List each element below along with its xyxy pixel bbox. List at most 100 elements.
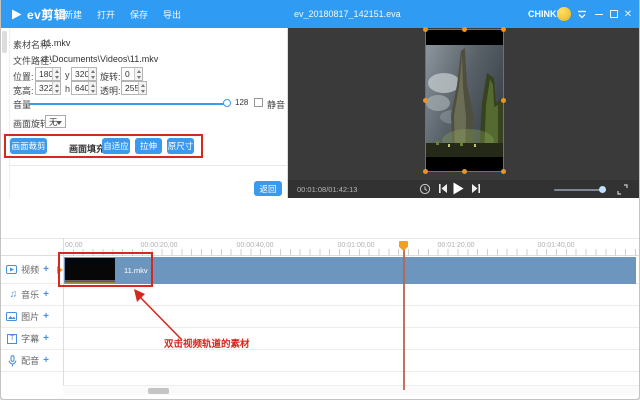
resize-handle[interactable] [423,27,428,32]
add-track-button[interactable]: + [43,289,49,300]
volume-value: 128 [235,98,248,107]
resize-handle[interactable] [423,169,428,174]
document-title: ev_20180817_142151.eva [294,0,401,28]
resize-handle[interactable] [462,27,467,32]
resize-handle[interactable] [501,98,506,103]
video-preview-area [288,28,640,180]
rotate-value: 0 [125,69,130,79]
add-track-button[interactable]: + [43,311,49,322]
track-name: 图片 [21,310,39,323]
annotation-arrow [126,284,196,344]
preview-volume-thumb[interactable] [599,186,606,193]
fullscreen-icon[interactable] [617,184,628,195]
track-row-dub[interactable]: 配音 + [1,350,640,372]
spinner-arrows[interactable] [52,82,60,94]
maximize-button[interactable] [608,8,620,20]
playback-time: 00:01:08/01:42:13 [297,180,357,198]
video-content [426,45,503,157]
spinner-arrows[interactable] [88,68,96,80]
position-y-label: y [65,70,70,80]
loop-clock-icon[interactable] [419,183,431,195]
rotate-input[interactable]: 0 [121,67,143,81]
ruler-label: 00,00 [65,242,83,249]
title-bar: ev剪辑 新建 打开 保存 导出 ev_20180817_142151.eva … [1,0,640,28]
add-track-button[interactable]: + [43,333,49,344]
spinner-arrows[interactable] [138,82,146,94]
rotation-select[interactable]: 无 [45,115,66,128]
track-row-subtitle[interactable]: T 字幕 + [1,328,640,350]
resize-handle[interactable] [462,169,467,174]
play-logo-icon [11,9,22,20]
mic-icon [8,355,17,367]
clip-inspector-panel: 素材名称: 11.mkv 文件路径: d:\Documents\Videos\1… [9,28,288,210]
resize-handle[interactable] [501,169,506,174]
spinner-arrows[interactable] [134,68,142,80]
menu-open[interactable]: 打开 [94,8,118,21]
rotate-label: 旋转: [100,70,121,83]
skin-icon[interactable] [576,8,588,20]
material-name-value: 11.mkv [42,38,70,48]
chevron-down-icon [56,121,62,125]
track-row-music[interactable]: ♫ 音乐 + [1,284,640,306]
alpha-label: 透明: [100,84,121,97]
play-button-icon[interactable] [452,182,464,195]
panel-scrollbar[interactable] [2,31,7,53]
ruler-label: 00:01:00,00 [338,242,375,249]
subtitle-icon: T [7,334,17,344]
image-icon [6,312,17,321]
playback-controls-bar: 00:01:08/01:42:13 [288,180,640,198]
annotation-box-clip [58,252,153,287]
width-input[interactable]: 322 [35,81,61,95]
mute-label: 静音 [267,98,285,111]
spinner-arrows[interactable] [52,68,60,80]
alpha-input[interactable]: 255 [121,81,147,95]
position-x-input[interactable]: 180 [35,67,61,81]
menu-save[interactable]: 保存 [127,8,151,21]
spinner-arrows[interactable] [88,82,96,94]
volume-slider-thumb[interactable] [223,99,231,107]
track-header-music: ♫ 音乐 + [1,284,63,305]
track-header-video: 视频 + [1,256,63,283]
add-track-button[interactable]: + [43,264,49,275]
video-frame[interactable] [425,29,504,172]
ruler-label: 00:00:20,00 [141,242,178,249]
track-header-image: 图片 + [1,306,63,327]
next-frame-icon[interactable] [471,183,481,194]
app-window: ev剪辑 新建 打开 保存 导出 ev_20180817_142151.eva … [0,0,640,400]
height-label: h [65,84,70,94]
avatar[interactable] [557,7,571,21]
scrollbar-thumb[interactable] [148,388,169,394]
video-icon [6,265,17,274]
resize-handle[interactable] [423,98,428,103]
track-name: 视频 [21,263,39,276]
ruler-label: 00:01:40,00 [538,242,575,249]
track-name: 配音 [21,354,39,367]
close-button[interactable]: ✕ [622,8,634,20]
menu-new[interactable]: 新建 [61,8,85,21]
add-track-button[interactable]: + [43,355,49,366]
annotation-box-fill-buttons [4,134,203,158]
track-header-subtitle: T 字幕 + [1,328,63,349]
mute-checkbox[interactable] [254,98,263,107]
menu-export[interactable]: 导出 [160,8,184,21]
divider [10,165,287,166]
music-icon: ♫ [10,289,18,300]
previous-frame-icon[interactable] [438,183,448,194]
track-name: 字幕 [21,332,39,345]
timeline-toolbar: 对齐 ✂ 分割 配音 ✎ 编辑 T 字幕 清空 00:01:08.20 − + … [1,198,640,238]
height-input[interactable]: 640 [71,81,97,95]
position-y-input[interactable]: 320 [71,67,97,81]
horizontal-scrollbar[interactable] [63,385,640,395]
menu-bar: 新建 打开 保存 导出 [61,0,184,28]
ruler-label: 00:00:40,00 [237,242,274,249]
playhead-line [403,250,405,390]
minimize-button[interactable] [593,8,605,20]
resize-handle[interactable] [501,27,506,32]
track-row-image[interactable]: 图片 + [1,306,640,328]
ruler-label: 00:01:20,00 [438,242,475,249]
back-button[interactable]: 返回 [254,181,282,196]
file-path-value: d:\Documents\Videos\11.mkv [42,54,158,64]
volume-slider[interactable] [29,103,225,105]
track-header-dub: 配音 + [1,350,63,371]
app-logo: ev剪辑 [11,0,66,28]
